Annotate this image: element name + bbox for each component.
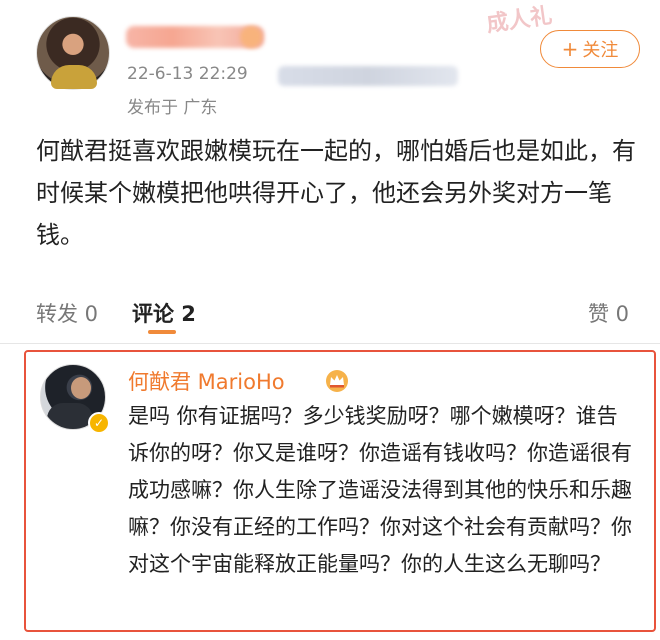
- post-location: 发布于 广东: [127, 98, 218, 118]
- divider: [0, 343, 660, 344]
- post-body: 何猷君挺喜欢跟嫩模玩在一起的，哪怕婚后也是如此，有时候某个嫩模把他哄得开心了，他…: [36, 137, 636, 249]
- poster-avatar[interactable]: [36, 16, 110, 90]
- follow-button[interactable]: + 关注: [540, 30, 640, 68]
- verified-icon: ✓: [88, 412, 110, 434]
- highlighted-comment: ✓ 何猷君 MarioHo 是吗 你有证据吗？多少钱奖励呀？哪个嫩模呀？谁告诉你…: [24, 350, 656, 632]
- active-tab-indicator: [148, 330, 176, 334]
- plus-icon: +: [561, 37, 579, 61]
- post-device-blurred: [278, 66, 458, 86]
- avatar-body: [47, 403, 93, 429]
- follow-label: 关注: [582, 40, 619, 61]
- crown-icon: [326, 370, 348, 392]
- like-button[interactable]: 赞 0: [588, 298, 629, 328]
- comments-tab[interactable]: 评论 2: [132, 298, 196, 328]
- comment-text: 是吗 你有证据吗？多少钱奖励呀？哪个嫩模呀？谁告诉你的呀？你又是谁呀？你造谣有钱…: [128, 404, 632, 576]
- action-bar: 转发 0 评论 2 赞 0: [0, 288, 660, 336]
- post-timestamp: 22-6-13 22:29: [127, 64, 248, 84]
- avatar-shirt: [51, 65, 97, 89]
- post-header: 22-6-13 22:29 发布于 广东 成人礼 + 关注: [0, 0, 660, 120]
- corner-stamp: 成人礼: [484, 3, 554, 38]
- commenter-name[interactable]: 何猷君 MarioHo: [128, 366, 285, 396]
- repost-button[interactable]: 转发 0: [36, 298, 98, 328]
- poster-badge-blurred: [240, 26, 262, 48]
- avatar-face: [71, 377, 91, 399]
